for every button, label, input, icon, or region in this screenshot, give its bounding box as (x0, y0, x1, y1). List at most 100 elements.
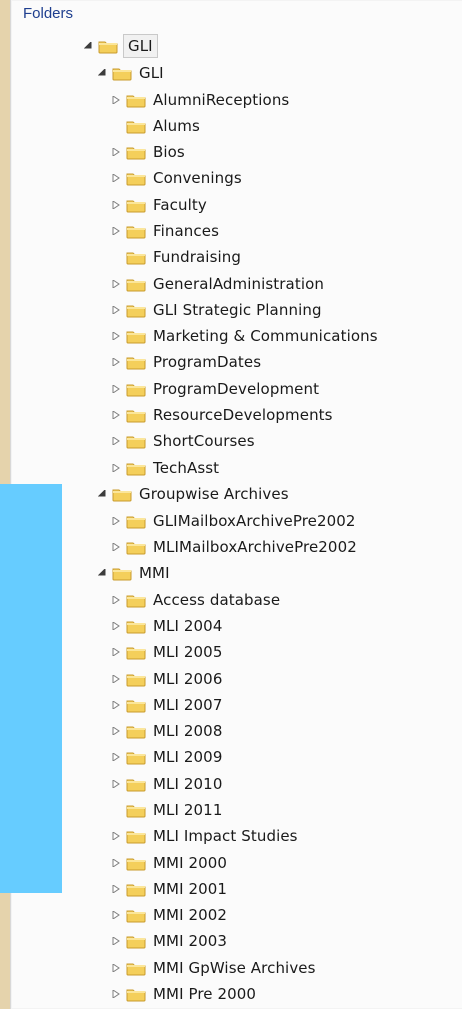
collapsed-arrow-icon[interactable] (110, 699, 122, 711)
tree-item-marketing-communications[interactable]: Marketing & Communications (110, 324, 378, 348)
tree-item-label: MMI 2000 (153, 854, 228, 872)
collapsed-arrow-icon[interactable] (110, 146, 122, 158)
folder-icon (126, 828, 146, 844)
tree-item-label: GLIMailboxArchivePre2002 (153, 512, 356, 530)
collapsed-arrow-icon[interactable] (110, 94, 122, 106)
tree-item-convenings[interactable]: Convenings (110, 166, 242, 190)
collapsed-arrow-icon[interactable] (110, 515, 122, 527)
collapsed-arrow-icon[interactable] (110, 857, 122, 869)
tree-item-label: MLI 2004 (153, 617, 223, 635)
collapsed-arrow-icon[interactable] (110, 304, 122, 316)
tree-item-mmi-2001[interactable]: MMI 2001 (110, 877, 227, 901)
folder-icon (126, 960, 146, 976)
folder-icon (126, 618, 146, 634)
folder-icon (126, 671, 146, 687)
collapsed-arrow-icon[interactable] (110, 225, 122, 237)
folder-icon (126, 381, 146, 397)
tree-item-mli-2006[interactable]: MLI 2006 (110, 667, 222, 691)
tree-item-mli-2004[interactable]: MLI 2004 (110, 614, 222, 638)
tree-item-faculty[interactable]: Faculty (110, 193, 207, 217)
folder-icon (126, 697, 146, 713)
tree-item-alums[interactable]: Alums (110, 114, 200, 138)
tree-item-bios[interactable]: Bios (110, 140, 185, 164)
tree-item-label: ProgramDates (153, 353, 262, 371)
tree-item-label: GLI (123, 34, 158, 58)
collapsed-arrow-icon[interactable] (110, 935, 122, 947)
tree-item-mmi-pre-2000[interactable]: MMI Pre 2000 (110, 982, 256, 1006)
collapsed-arrow-icon[interactable] (110, 883, 122, 895)
collapsed-arrow-icon[interactable] (110, 594, 122, 606)
collapsed-arrow-icon[interactable] (110, 909, 122, 921)
tree-item-gli-strategic-planning[interactable]: GLI Strategic Planning (110, 298, 322, 322)
collapsed-arrow-icon[interactable] (110, 383, 122, 395)
folder-icon (126, 855, 146, 871)
collapsed-arrow-icon[interactable] (110, 330, 122, 342)
collapsed-arrow-icon[interactable] (110, 541, 122, 553)
tree-item-label: MLI 2006 (153, 670, 223, 688)
tree-item-mmi-2003[interactable]: MMI 2003 (110, 929, 227, 953)
tree-item-alumnireceptions[interactable]: AlumniReceptions (110, 88, 289, 112)
expanded-arrow-icon[interactable] (82, 40, 94, 52)
tree-item-mmi-2002[interactable]: MMI 2002 (110, 903, 227, 927)
folder-icon (126, 92, 146, 108)
tree-item-generaladministration[interactable]: GeneralAdministration (110, 272, 324, 296)
tree-item-mli-2005[interactable]: MLI 2005 (110, 640, 222, 664)
collapsed-arrow-icon[interactable] (110, 172, 122, 184)
tree-item-programdates[interactable]: ProgramDates (110, 350, 261, 374)
tree-item-mli-2008[interactable]: MLI 2008 (110, 719, 222, 743)
tree-item-label: GeneralAdministration (153, 275, 324, 293)
collapsed-arrow-icon[interactable] (110, 409, 122, 421)
expanded-arrow-icon[interactable] (96, 567, 108, 579)
tree-item-techasst[interactable]: TechAsst (110, 456, 219, 480)
tree-item-mli-2009[interactable]: MLI 2009 (110, 745, 222, 769)
tree-item-mlimailboxarchivepre2002[interactable]: MLIMailboxArchivePre2002 (110, 535, 357, 559)
collapsed-arrow-icon[interactable] (110, 778, 122, 790)
collapsed-arrow-icon[interactable] (110, 751, 122, 763)
folder-icon (126, 328, 146, 344)
collapsed-arrow-icon[interactable] (110, 988, 122, 1000)
tree-item-mmi[interactable]: MMI (96, 561, 170, 585)
tree-item-shortcourses[interactable]: ShortCourses (110, 429, 255, 453)
tree-item-gli[interactable]: GLI (96, 61, 164, 85)
tree-item-label: MLI 2007 (153, 696, 223, 714)
tree-item-mli-2011[interactable]: MLI 2011 (110, 798, 222, 822)
collapsed-arrow-icon[interactable] (110, 199, 122, 211)
tree-item-label: ResourceDevelopments (153, 406, 333, 424)
tree-item-mli-impact-studies[interactable]: MLI Impact Studies (110, 824, 298, 848)
collapsed-arrow-icon[interactable] (110, 646, 122, 658)
tree-item-mli-2007[interactable]: MLI 2007 (110, 693, 222, 717)
tree-item-mli-2010[interactable]: MLI 2010 (110, 772, 222, 796)
collapsed-arrow-icon[interactable] (110, 962, 122, 974)
tree-item-groupwise-archives[interactable]: Groupwise Archives (96, 482, 289, 506)
tree-item-label: Alums (153, 117, 200, 135)
tree-item-mmi-gpwise-archives[interactable]: MMI GpWise Archives (110, 956, 316, 980)
folder-icon (126, 170, 146, 186)
collapsed-arrow-icon[interactable] (110, 435, 122, 447)
collapsed-arrow-icon[interactable] (110, 278, 122, 290)
tree-item-glimailboxarchivepre2002[interactable]: GLIMailboxArchivePre2002 (110, 509, 356, 533)
folder-icon (126, 197, 146, 213)
tree-item-fundraising[interactable]: Fundraising (110, 245, 241, 269)
tree-item-root-gli[interactable]: GLI (82, 34, 158, 58)
collapsed-arrow-icon[interactable] (110, 830, 122, 842)
tree-item-label: Fundraising (153, 248, 241, 266)
tree-item-label: Finances (153, 222, 220, 240)
collapsed-arrow-icon[interactable] (110, 673, 122, 685)
collapsed-arrow-icon[interactable] (110, 356, 122, 368)
tree-item-mmi-2000[interactable]: MMI 2000 (110, 851, 227, 875)
collapsed-arrow-icon[interactable] (110, 725, 122, 737)
tree-item-finances[interactable]: Finances (110, 219, 219, 243)
folder-icon (126, 302, 146, 318)
expanded-arrow-icon[interactable] (96, 67, 108, 79)
folder-icon (126, 223, 146, 239)
tree-item-programdevelopment[interactable]: ProgramDevelopment (110, 377, 319, 401)
collapsed-arrow-icon[interactable] (110, 462, 122, 474)
folder-icon (126, 907, 146, 923)
tree-item-access-database[interactable]: Access database (110, 588, 280, 612)
tree-item-label: GLI Strategic Planning (153, 301, 322, 319)
collapsed-arrow-icon[interactable] (110, 620, 122, 632)
tree-item-label: AlumniReceptions (153, 91, 290, 109)
expanded-arrow-icon[interactable] (96, 488, 108, 500)
tree-item-resourcedevelopments[interactable]: ResourceDevelopments (110, 403, 333, 427)
tree-item-label: GLI (139, 64, 164, 82)
